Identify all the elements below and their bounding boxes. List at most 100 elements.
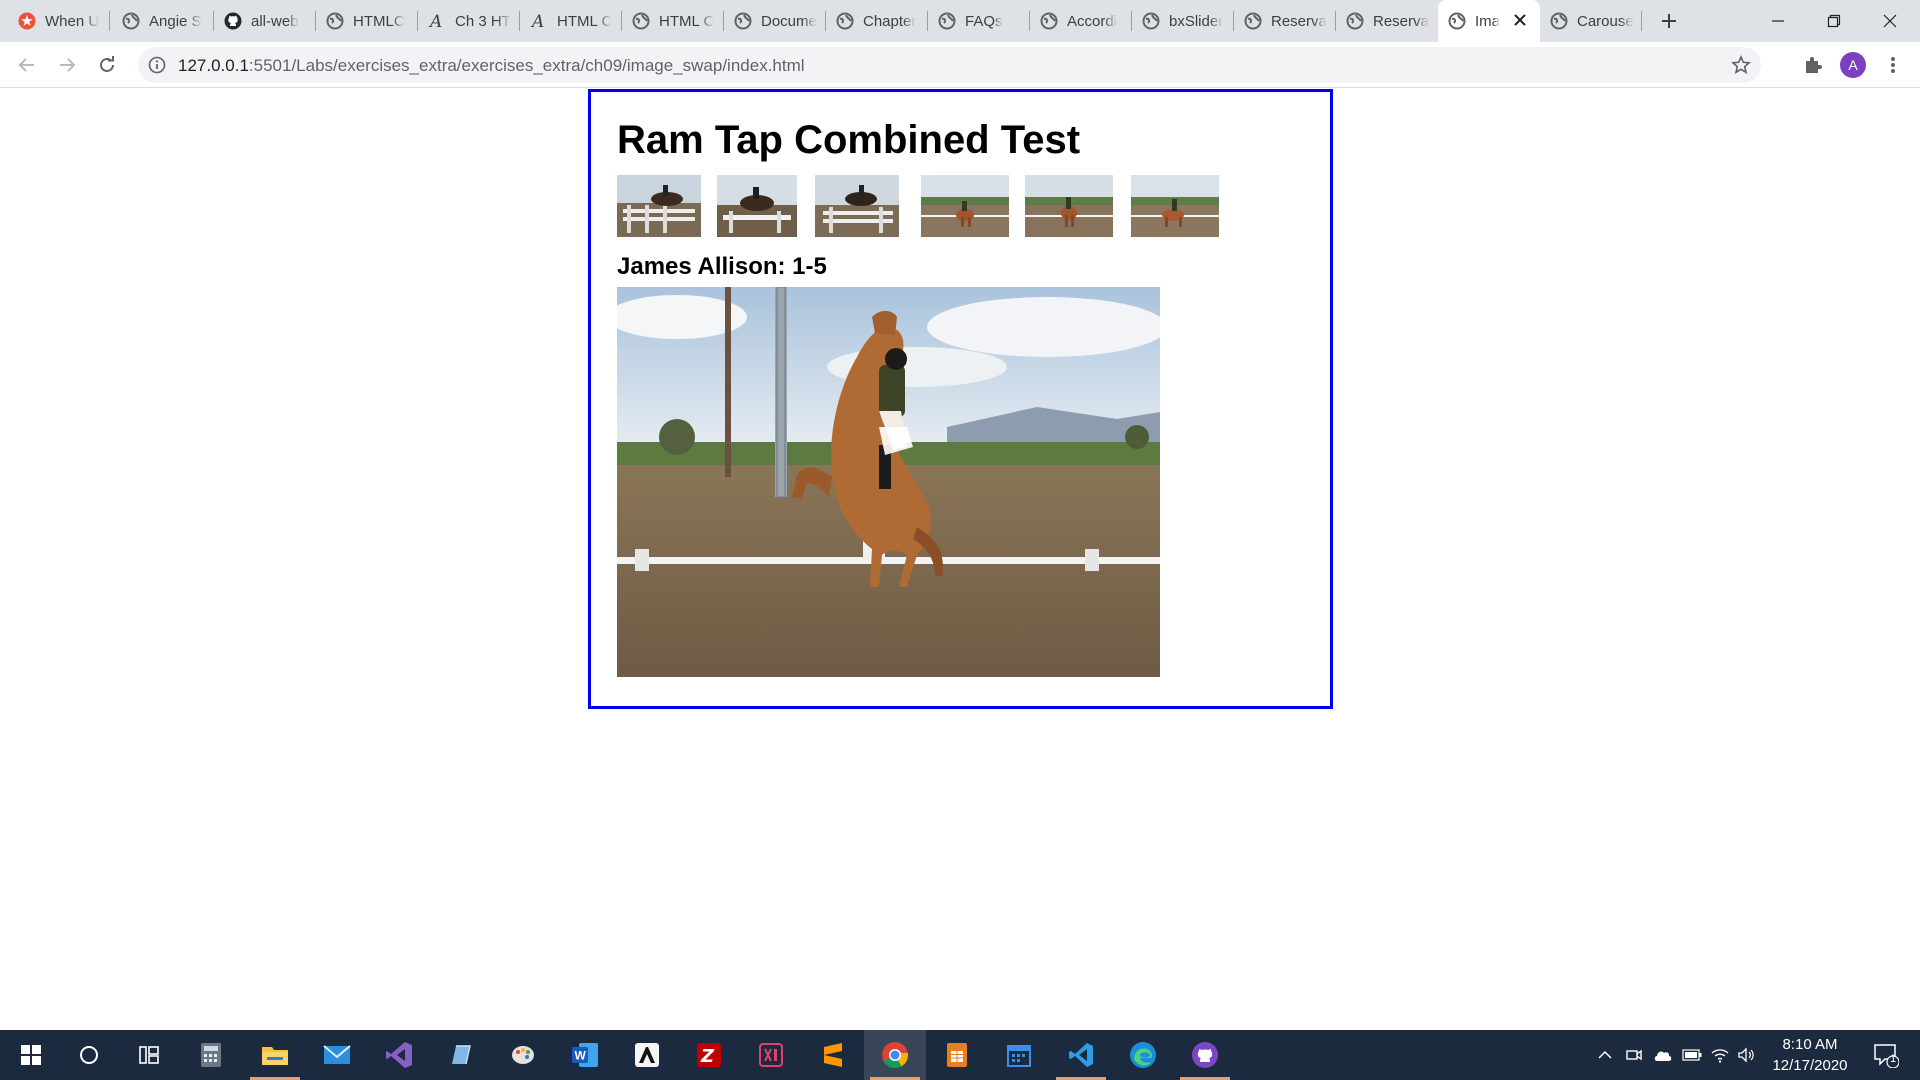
extensions-button[interactable] [1798, 50, 1828, 80]
address-bar[interactable]: 127.0.0.1:5501/Labs/exercises_extra/exer… [138, 47, 1761, 83]
url-host: 127.0.0.1 [178, 56, 249, 75]
tab-htmlc[interactable]: HTMLC [316, 0, 418, 42]
thumb-jump-3[interactable] [815, 175, 899, 237]
sublime-app[interactable] [802, 1030, 864, 1080]
new-tab-button[interactable] [1656, 8, 1682, 34]
tab-chapter[interactable]: Chapter [826, 0, 928, 42]
adobe-xd-app[interactable] [740, 1030, 802, 1080]
tab-all-web[interactable]: all-web [214, 0, 316, 42]
tab-angie[interactable]: Angie S [112, 0, 214, 42]
close-tab-icon[interactable] [1512, 12, 1528, 28]
folder-icon [262, 1047, 288, 1065]
inkscape-app[interactable] [616, 1030, 678, 1080]
sublime-icon [824, 1043, 842, 1067]
tab-carousel[interactable]: Carouse [1540, 0, 1642, 42]
taskbar-clock[interactable]: 8:10 AM 12/17/2020 [1762, 1034, 1858, 1076]
globe-icon [632, 12, 650, 30]
mail-app[interactable] [306, 1030, 368, 1080]
tab-title: Docume [761, 12, 817, 30]
thumb-dressage-3[interactable] [1131, 175, 1219, 237]
adobe-xd-icon [759, 1043, 783, 1067]
bookmark-star-icon[interactable] [1731, 54, 1751, 75]
globe-icon [938, 12, 956, 30]
search-circle-icon [80, 1046, 98, 1064]
tab-bxslider[interactable]: bxSlider [1132, 0, 1234, 42]
edge-app[interactable] [1112, 1030, 1174, 1080]
github-desktop-app[interactable] [1174, 1030, 1236, 1080]
tray-onedrive[interactable] [1650, 1030, 1676, 1080]
back-button[interactable] [12, 50, 42, 80]
svg-text:A: A [530, 12, 544, 30]
close-window-button[interactable] [1862, 0, 1918, 42]
palette-icon [512, 1046, 534, 1064]
calculator-icon [201, 1043, 221, 1067]
task-view-button[interactable] [118, 1030, 180, 1080]
word-app[interactable]: W [554, 1030, 616, 1080]
wifi-icon [1711, 1049, 1729, 1063]
word-icon: W [572, 1043, 598, 1067]
svg-text:Z: Z [700, 1046, 715, 1067]
restore-button[interactable] [1806, 0, 1862, 42]
tray-meet-now[interactable] [1622, 1030, 1646, 1080]
clock-date: 12/17/2020 [1772, 1057, 1848, 1074]
vscode-app[interactable] [1050, 1030, 1112, 1080]
script-a-icon: A [428, 12, 446, 30]
tab-when-u[interactable]: When U [8, 0, 110, 42]
tab-title: Chapter [863, 12, 917, 30]
reload-icon [100, 56, 114, 72]
start-button[interactable] [0, 1030, 62, 1080]
filezilla-app[interactable]: Z [678, 1030, 740, 1080]
tray-wifi[interactable] [1708, 1030, 1732, 1080]
info-icon[interactable] [148, 56, 166, 74]
tab-html-c-2[interactable]: HTML C [622, 0, 724, 42]
back-arrow-icon [18, 58, 34, 72]
tab-title: Accordi [1067, 12, 1118, 30]
minimize-icon [1772, 20, 1784, 22]
cloud-icon [1654, 1051, 1672, 1061]
tab-title: HTML C [659, 12, 715, 30]
tab-faqs[interactable]: FAQs [928, 0, 1030, 42]
calculator-app[interactable] [180, 1030, 242, 1080]
file-explorer-app[interactable] [244, 1030, 306, 1080]
tab-title: Ch 3 HT [455, 12, 511, 30]
sheets-app[interactable] [926, 1030, 988, 1080]
tab-title: Ima [1475, 12, 1501, 30]
profile-avatar[interactable]: A [1840, 52, 1866, 78]
tab-title: Angie S [149, 12, 202, 30]
reload-button[interactable] [92, 50, 122, 80]
tray-chevron-button[interactable] [1592, 1030, 1618, 1080]
tab-title: Carouse [1577, 12, 1634, 30]
thumb-jump-1[interactable] [617, 175, 701, 237]
tab-ch3[interactable]: A Ch 3 HT [418, 0, 520, 42]
vscode-icon [1069, 1043, 1093, 1067]
calendar-app[interactable] [988, 1030, 1050, 1080]
page-title: Ram Tap Combined Test [617, 118, 1081, 162]
tab-image-swap-active[interactable]: Ima [1438, 0, 1540, 42]
tray-volume[interactable] [1734, 1030, 1758, 1080]
thumb-dressage-1[interactable] [921, 175, 1009, 237]
search-button[interactable] [58, 1030, 120, 1080]
chrome-app[interactable] [864, 1030, 926, 1080]
tray-battery[interactable] [1680, 1030, 1704, 1080]
tab-reserva-2[interactable]: Reserva [1336, 0, 1438, 42]
tab-reserva-1[interactable]: Reserva [1234, 0, 1336, 42]
action-center-button[interactable]: 1 [1866, 1030, 1906, 1080]
thumb-dressage-2[interactable] [1025, 175, 1113, 237]
visual-studio-app[interactable] [368, 1030, 430, 1080]
tab-accordion[interactable]: Accordi [1030, 0, 1132, 42]
forward-button[interactable] [52, 50, 82, 80]
close-icon [1883, 14, 1897, 28]
url-text[interactable]: 127.0.0.1:5501/Labs/exercises_extra/exer… [178, 56, 805, 76]
notepad-app[interactable] [430, 1030, 492, 1080]
minimize-button[interactable] [1750, 0, 1806, 42]
puzzle-icon [1806, 57, 1822, 73]
globe-icon [1550, 12, 1568, 30]
tab-html-c[interactable]: A HTML C [520, 0, 622, 42]
tab-docume[interactable]: Docume [724, 0, 826, 42]
paint-app[interactable] [492, 1030, 554, 1080]
globe-icon [1244, 12, 1262, 30]
thumb-jump-2[interactable] [717, 175, 797, 237]
menu-button[interactable] [1878, 50, 1908, 80]
windows-logo-icon [21, 1045, 41, 1065]
forward-arrow-icon [60, 58, 76, 72]
